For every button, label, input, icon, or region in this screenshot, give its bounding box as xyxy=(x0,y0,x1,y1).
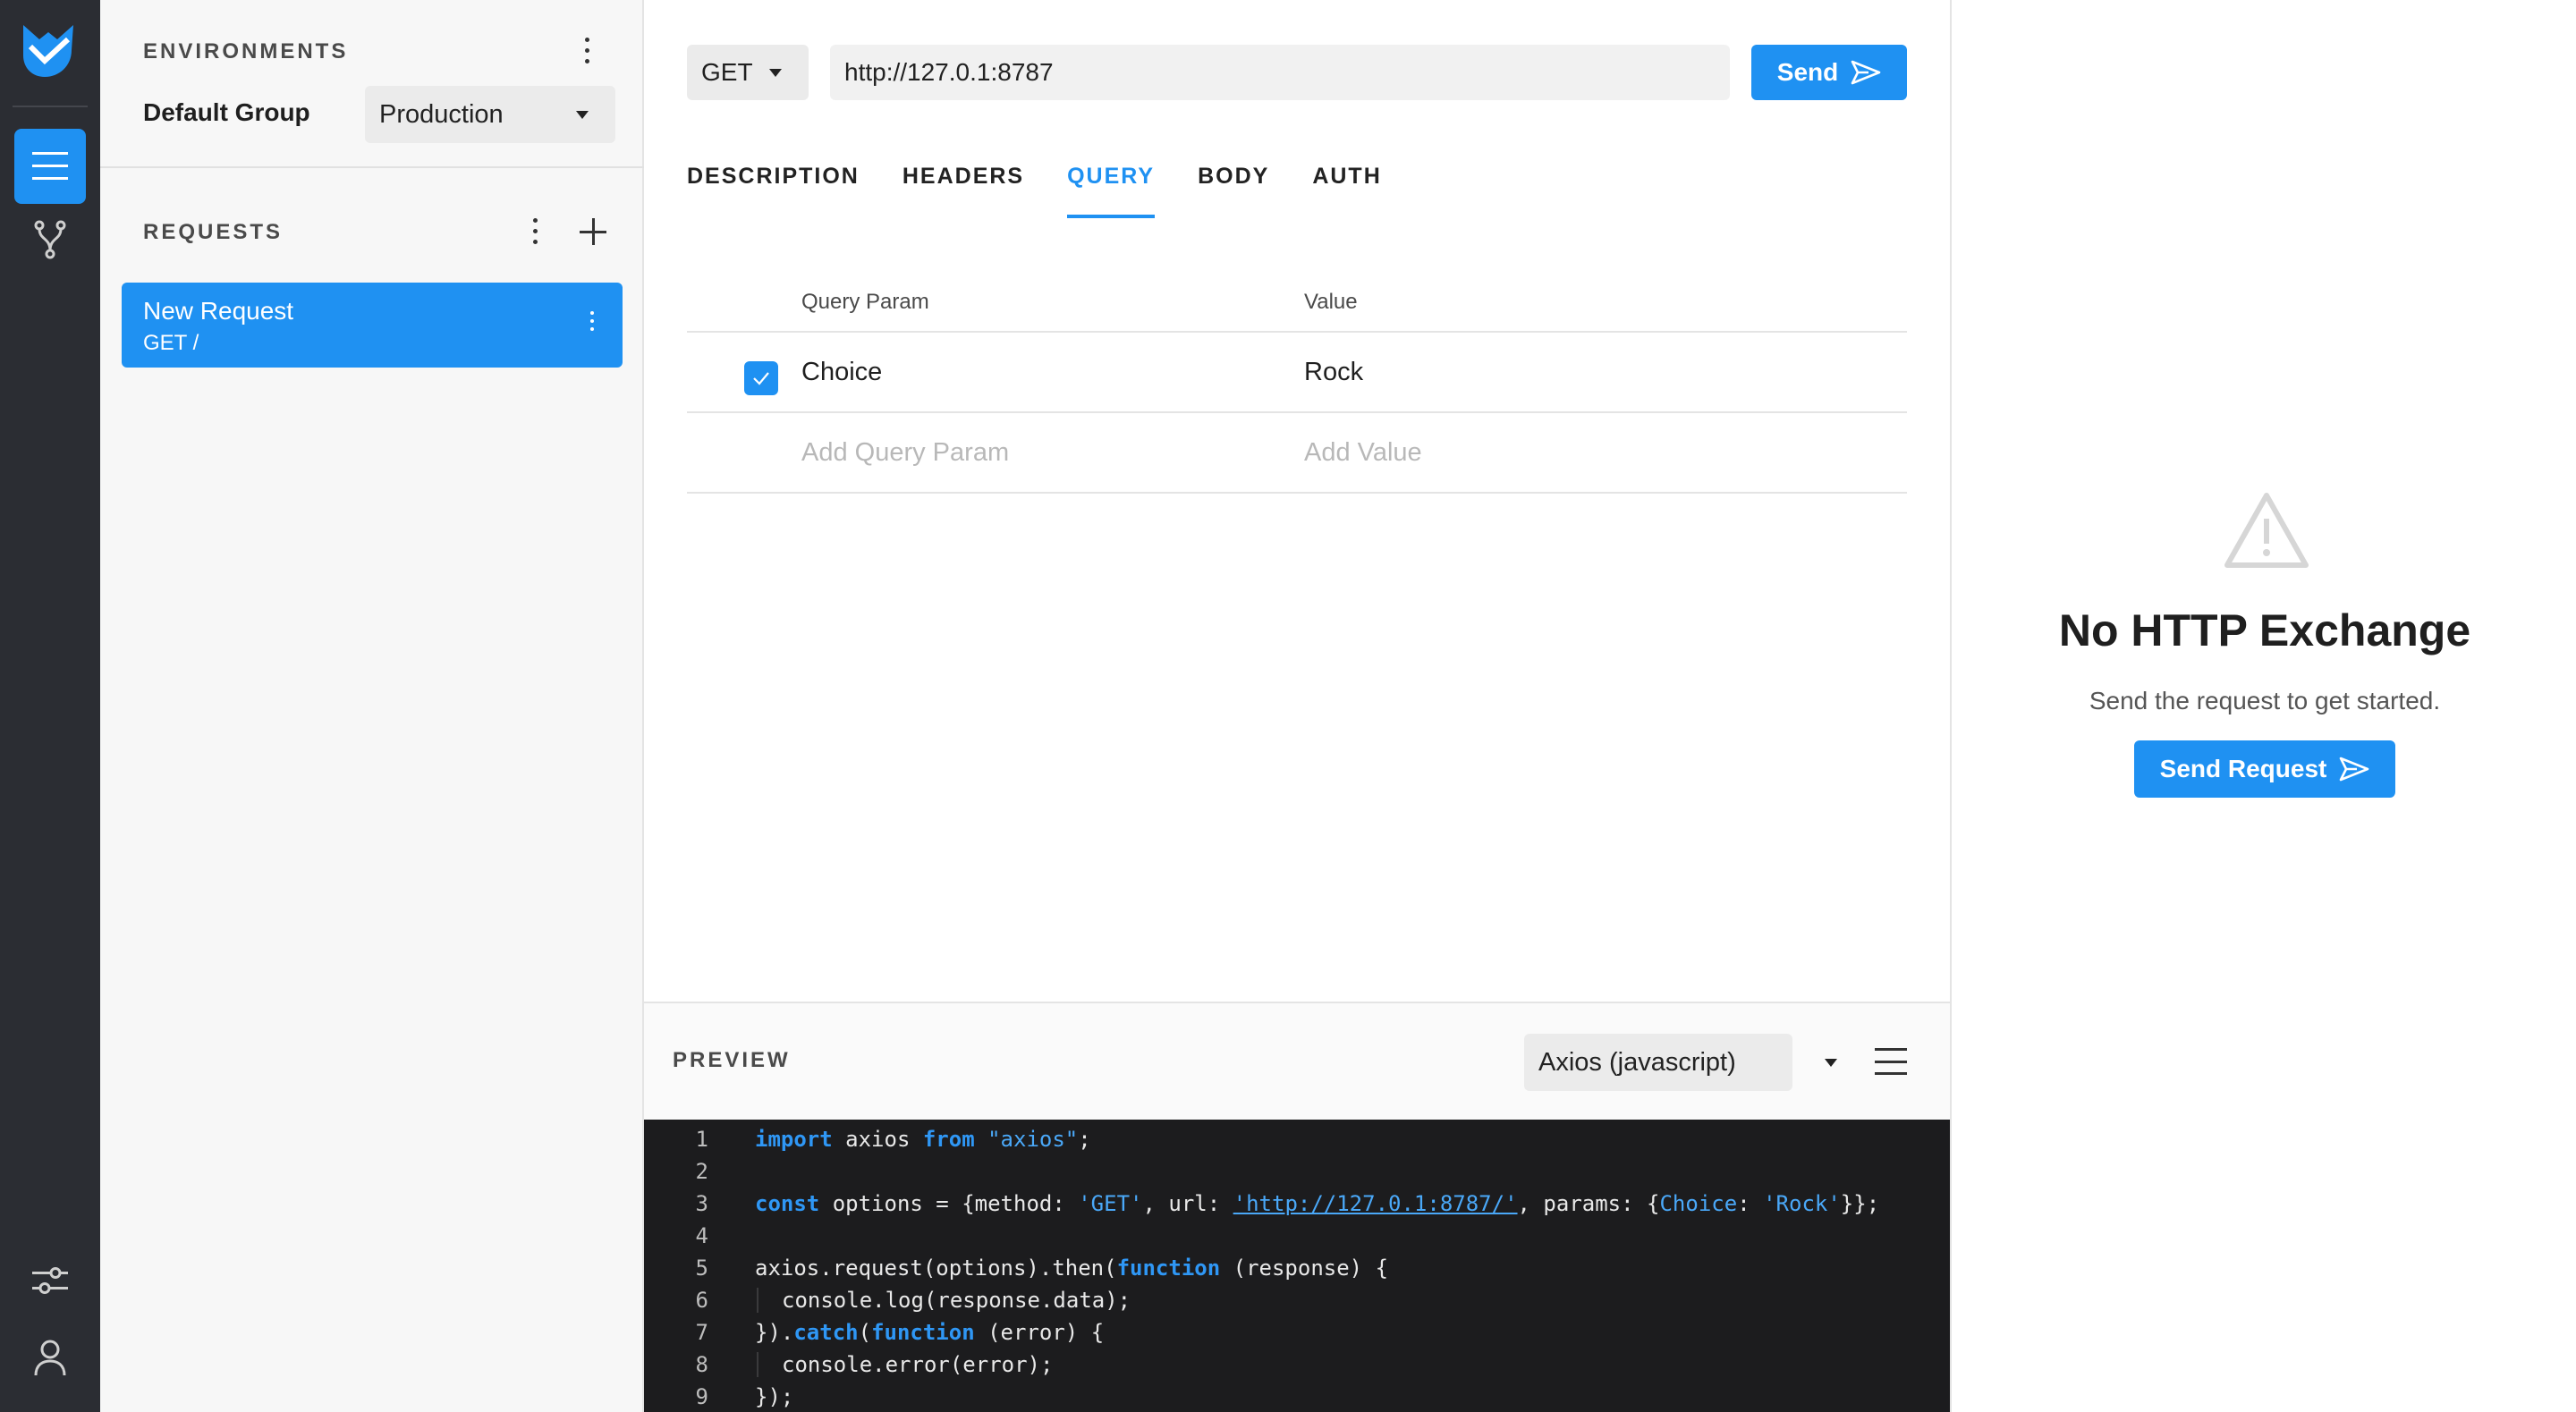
language-select[interactable]: Axios (javascript) xyxy=(1524,1034,1837,1091)
send-request-button[interactable]: Send Request xyxy=(2134,740,2395,798)
caret-down-icon xyxy=(1825,1059,1837,1067)
caret-down-icon xyxy=(576,111,589,119)
app-logo-icon xyxy=(23,25,73,77)
request-editor: GET http://127.0.1:8787 Send DESCRIPTION… xyxy=(644,0,1950,1412)
code-preview: 1 import axios from "axios"; 2 3 const opt… xyxy=(644,1120,1950,1412)
code-line: 9}); xyxy=(695,1384,794,1409)
requests-menu-icon[interactable] xyxy=(526,215,544,247)
code-line: 2 xyxy=(695,1159,708,1184)
environment-group-name: Default Group xyxy=(143,98,310,126)
query-params-table: Query Param Value Choice Rock Add Query … xyxy=(687,277,1907,494)
list-icon xyxy=(32,152,68,180)
no-exchange-subtitle: Send the request to get started. xyxy=(2089,687,2441,714)
add-value-input[interactable]: Add Value xyxy=(1304,438,1422,468)
environments-menu-icon[interactable] xyxy=(578,34,596,66)
rail-divider xyxy=(13,106,88,107)
add-request-icon[interactable] xyxy=(580,218,606,245)
git-branch-button[interactable] xyxy=(29,218,72,261)
request-method-path: GET / xyxy=(143,331,199,355)
param-enabled-checkbox[interactable] xyxy=(744,361,778,395)
tab-auth[interactable]: AUTH xyxy=(1312,161,1381,218)
tab-description[interactable]: DESCRIPTION xyxy=(687,161,860,218)
sliders-icon xyxy=(32,1267,68,1294)
user-icon xyxy=(34,1340,66,1376)
tab-headers[interactable]: HEADERS xyxy=(902,161,1024,218)
requests-nav-button[interactable] xyxy=(14,129,86,204)
environment-select-value: Production xyxy=(379,99,504,129)
warning-icon xyxy=(2224,493,2309,568)
app-rail xyxy=(0,0,100,1412)
code-line: 3 const options = {method: 'GET', url: 'h… xyxy=(695,1191,1880,1216)
query-table-header: Query Param Value xyxy=(687,277,1907,333)
caret-down-icon xyxy=(769,69,782,77)
sidebar-divider xyxy=(100,166,644,168)
git-branch-icon xyxy=(34,220,66,259)
hamburger-menu-icon[interactable] xyxy=(1875,1048,1907,1075)
request-tabs: DESCRIPTION HEADERS QUERY BODY AUTH xyxy=(687,161,1382,218)
method-select[interactable]: GET xyxy=(687,45,809,100)
request-name: New Request xyxy=(143,297,294,325)
table-row: Add Query Param Add Value xyxy=(687,413,1907,494)
tab-body[interactable]: BODY xyxy=(1198,161,1269,218)
query-param-header: Query Param xyxy=(801,290,929,314)
add-param-input[interactable]: Add Query Param xyxy=(801,438,1009,468)
request-list-item[interactable]: New Request GET / xyxy=(122,283,623,368)
environment-select[interactable]: Production xyxy=(365,86,615,143)
param-name-input[interactable]: Choice xyxy=(801,358,882,387)
tab-query[interactable]: QUERY xyxy=(1067,161,1156,218)
code-line: 4 xyxy=(695,1223,708,1248)
send-icon xyxy=(2340,757,2369,782)
code-line: 7}).catch(function (error) { xyxy=(695,1320,1105,1345)
requests-label: REQUESTS xyxy=(143,220,284,244)
code-line: 8 console.error(error); xyxy=(695,1352,1054,1377)
code-line: 6 console.log(response.data); xyxy=(695,1288,1131,1313)
request-item-menu-icon[interactable] xyxy=(583,309,601,333)
table-row: Choice Rock xyxy=(687,333,1907,413)
sidebar: ENVIRONMENTS Default Group Production RE… xyxy=(100,0,644,1412)
url-input[interactable]: http://127.0.1:8787 xyxy=(830,45,1730,100)
param-value-input[interactable]: Rock xyxy=(1304,358,1363,387)
preview-header: PREVIEW Axios (javascript) xyxy=(644,1002,1950,1120)
send-request-label: Send Request xyxy=(2159,755,2327,782)
send-button[interactable]: Send xyxy=(1751,45,1907,100)
query-value-header: Value xyxy=(1304,290,1358,314)
send-button-label: Send xyxy=(1776,58,1839,86)
preview-label: PREVIEW xyxy=(673,1048,791,1072)
method-select-value: GET xyxy=(701,58,753,86)
language-select-value: Axios (javascript) xyxy=(1538,1047,1736,1077)
response-panel: No HTTP Exchange Send the request to get… xyxy=(1950,0,2576,1412)
code-line: 5 axios.request(options).then(function (r… xyxy=(695,1256,1389,1281)
send-icon xyxy=(1851,60,1881,85)
code-line: 1 import axios from "axios"; xyxy=(695,1127,1091,1152)
settings-button[interactable] xyxy=(29,1259,72,1302)
check-icon xyxy=(753,372,769,385)
account-button[interactable] xyxy=(29,1336,72,1379)
no-exchange-title: No HTTP Exchange xyxy=(2058,605,2471,655)
environments-label: ENVIRONMENTS xyxy=(143,39,349,63)
